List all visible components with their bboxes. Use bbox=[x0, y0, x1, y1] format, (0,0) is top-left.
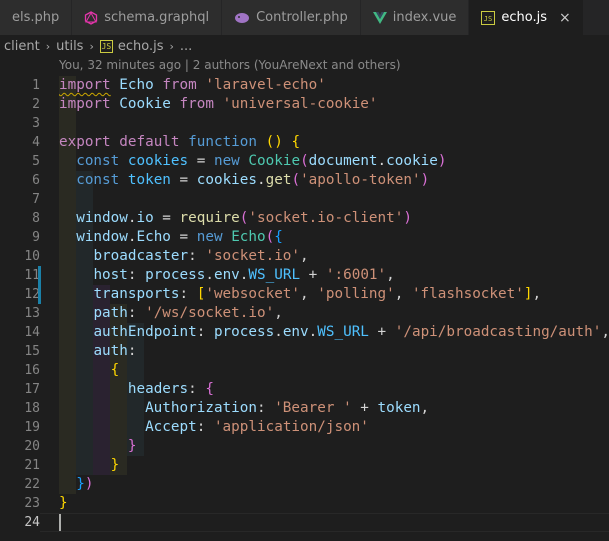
line-number: 22 bbox=[24, 477, 40, 492]
php-elephant-icon bbox=[234, 12, 250, 24]
tab-controller-php[interactable]: Controller.php bbox=[222, 0, 361, 35]
line-number: 11 bbox=[24, 268, 40, 283]
code-line-8: window.io = require('socket.io-client') bbox=[76, 210, 412, 226]
code-line-5: const cookies = new Cookie(document.cook… bbox=[76, 153, 447, 169]
line-number: 10 bbox=[24, 249, 40, 264]
chevron-right-icon: › bbox=[45, 39, 51, 53]
code-line-13: path: '/ws/socket.io', bbox=[93, 305, 283, 321]
breadcrumb-item-more[interactable]: ... bbox=[180, 39, 192, 54]
line-number: 17 bbox=[24, 382, 40, 397]
line-number: 3 bbox=[32, 116, 40, 131]
git-modified-indicator[interactable] bbox=[38, 266, 41, 304]
code-line-24 bbox=[59, 513, 609, 532]
breadcrumb-item-utils[interactable]: utils bbox=[56, 39, 83, 54]
breadcrumb: client › utils › JS echo.js › ... bbox=[0, 35, 609, 57]
line-number: 24 bbox=[24, 515, 40, 530]
breadcrumb-item-file[interactable]: echo.js bbox=[118, 39, 164, 54]
code-line-10: broadcaster: 'socket.io', bbox=[93, 248, 309, 264]
code-line-2: import Cookie from 'universal-cookie' bbox=[59, 96, 378, 112]
line-number: 6 bbox=[32, 173, 40, 188]
code-line-12: transports: ['websocket', 'polling', 'fl… bbox=[93, 286, 542, 302]
line-number: 16 bbox=[24, 363, 40, 378]
tab-index-vue[interactable]: index.vue bbox=[360, 0, 470, 35]
svg-text:JS: JS bbox=[484, 15, 492, 23]
close-icon[interactable]: × bbox=[559, 10, 571, 26]
code-line-9: window.Echo = new Echo({ bbox=[76, 229, 283, 245]
code-line-1: import Echo from 'laravel-echo' bbox=[59, 77, 326, 93]
code-line-23: } bbox=[59, 495, 68, 511]
js-file-icon: JS bbox=[99, 39, 113, 53]
tab-echo-js[interactable]: JS echo.js × bbox=[469, 0, 584, 35]
code-editor[interactable]: import Echo from 'laravel-echo' import C… bbox=[59, 76, 609, 532]
line-number: 18 bbox=[24, 401, 40, 416]
chevron-right-icon: › bbox=[169, 39, 174, 53]
code-line-15: auth: bbox=[93, 343, 137, 359]
breadcrumb-item-client[interactable]: client bbox=[4, 39, 40, 54]
line-number: 4 bbox=[32, 135, 40, 150]
tab-schema-graphql[interactable]: schema.graphql bbox=[72, 0, 223, 35]
line-number: 12 bbox=[24, 287, 40, 302]
code-line-14: authEndpoint: process.env.WS_URL + '/api… bbox=[93, 324, 609, 340]
tab-label: index.vue bbox=[392, 10, 457, 25]
editor-tab-bar: els.php schema.graphql Controller.php in… bbox=[0, 0, 609, 35]
code-line-6: const token = cookies.get('apollo-token'… bbox=[76, 172, 430, 188]
tab-label: els.php bbox=[12, 10, 60, 25]
line-number: 15 bbox=[24, 344, 40, 359]
code-line-20: } bbox=[127, 438, 137, 454]
line-number: 23 bbox=[24, 496, 40, 511]
code-line-21: } bbox=[110, 457, 120, 473]
line-number: 20 bbox=[24, 439, 40, 454]
code-line-22: }) bbox=[76, 476, 94, 492]
line-number: 21 bbox=[24, 458, 40, 473]
tab-label: echo.js bbox=[501, 10, 548, 25]
line-number: 8 bbox=[32, 211, 40, 226]
chevron-right-icon: › bbox=[89, 39, 94, 53]
vue-icon bbox=[372, 11, 387, 24]
code-line-16: { bbox=[110, 362, 120, 378]
line-number: 5 bbox=[32, 154, 40, 169]
line-number-gutter: 1 2 3 4 5 6 7 8 9 10 11 12 13 14 15 16 17 18 19 20 21 22 23 24 bbox=[0, 76, 40, 532]
code-line-4: export default function () { bbox=[59, 134, 301, 150]
tab-els-php[interactable]: els.php bbox=[0, 0, 73, 35]
line-number: 7 bbox=[32, 192, 40, 207]
tab-label: Controller.php bbox=[256, 10, 348, 25]
line-number: 13 bbox=[24, 306, 40, 321]
js-file-icon: JS bbox=[481, 10, 496, 25]
graphql-icon bbox=[84, 10, 98, 25]
code-line-17: headers: { bbox=[127, 381, 214, 397]
line-number: 1 bbox=[32, 78, 40, 93]
line-number: 14 bbox=[24, 325, 40, 340]
git-blame-codelens[interactable]: You, 32 minutes ago | 2 authors (YouAreN… bbox=[59, 58, 401, 72]
line-number: 9 bbox=[32, 230, 40, 245]
code-line-18: Authorization: 'Bearer ' + token, bbox=[145, 400, 430, 416]
code-line-11: host: process.env.WS_URL + ':6001', bbox=[93, 267, 395, 283]
line-number: 19 bbox=[24, 420, 40, 435]
text-cursor bbox=[59, 513, 61, 531]
line-number: 2 bbox=[32, 97, 40, 112]
code-line-19: Accept: 'application/json' bbox=[145, 419, 369, 435]
tab-label: schema.graphql bbox=[104, 10, 210, 25]
